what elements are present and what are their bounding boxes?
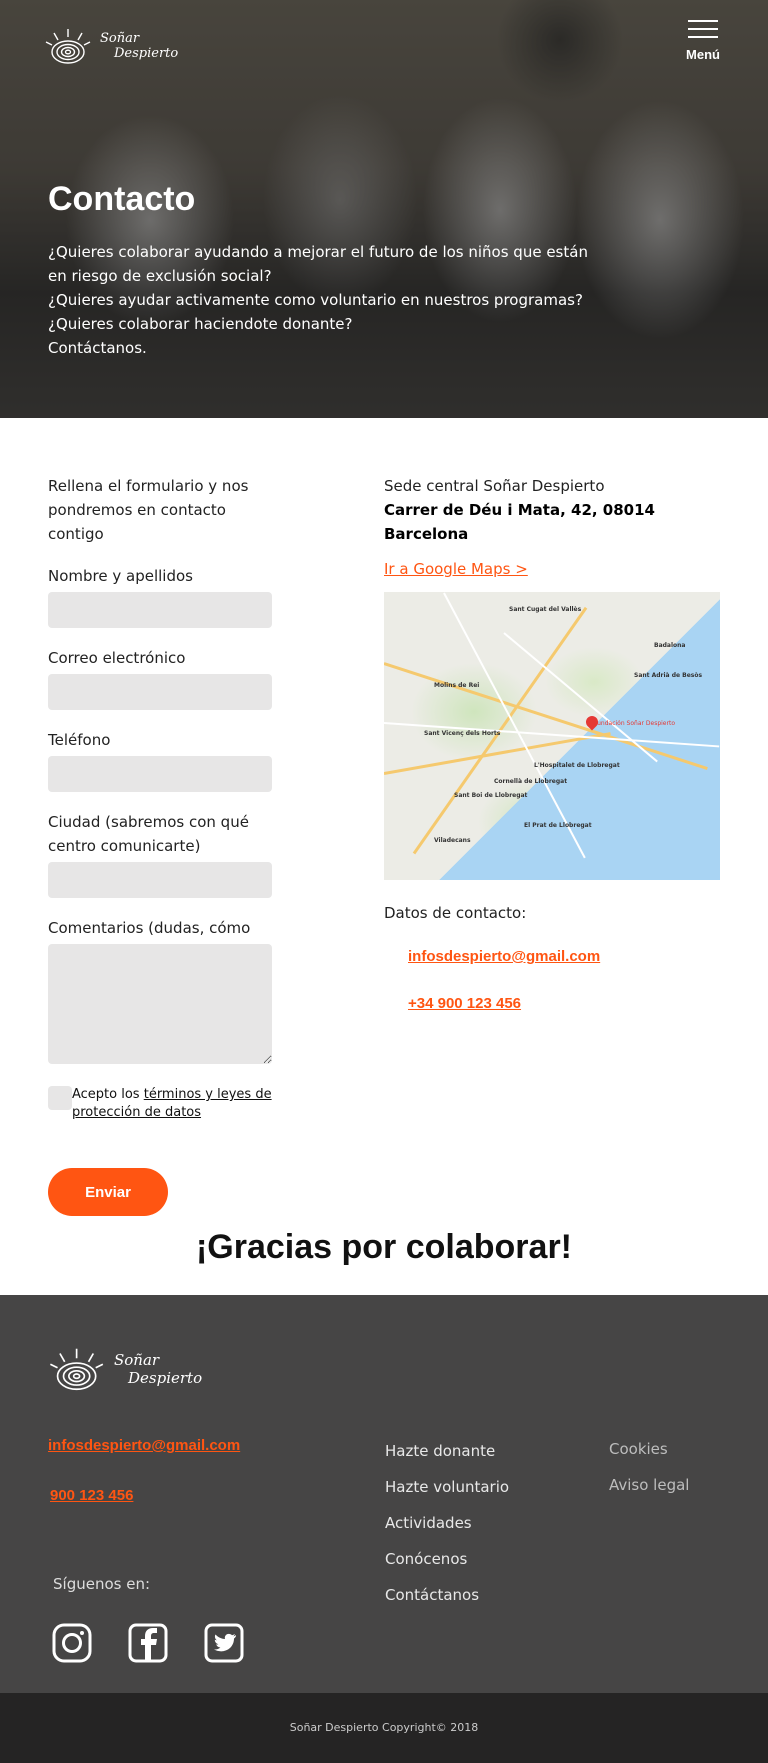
phone-label: Teléfono: [48, 731, 111, 749]
map-city-label: Sant Cugat del Vallès: [509, 606, 582, 613]
hero-line: ¿Quieres ayudar activamente como volunta…: [48, 291, 583, 309]
social-links: [52, 1623, 244, 1663]
page-title: Contacto: [48, 180, 196, 218]
map-city-label: L'Hospitalet de Llobregat: [534, 762, 620, 769]
footer-logo-text: Soñar Despierto: [114, 1351, 202, 1387]
sede-address: Carrer de Déu i Mata, 42, 08014 Barcelon…: [384, 501, 655, 543]
copyright: Soñar Despierto Copyright© 2018: [0, 1693, 768, 1763]
facebook-icon[interactable]: [128, 1623, 168, 1663]
follow-label: Síguenos en:: [53, 1575, 151, 1593]
map-city-label: Badalona: [654, 642, 686, 649]
logo-sun-icon: [50, 1348, 104, 1391]
footer-nav-contactanos[interactable]: Contáctanos: [385, 1585, 509, 1605]
logo-line-2: Despierto: [128, 1369, 203, 1387]
logo-text: Soñar Despierto: [100, 31, 178, 61]
footer-nav-actividades[interactable]: Actividades: [385, 1513, 509, 1533]
map-city-label: Molins de Rei: [434, 682, 480, 689]
map-city-label: Sant Boi de Llobregat: [454, 792, 528, 799]
map-city-label: El Prat de Llobregat: [524, 822, 592, 829]
thanks-heading: ¡Gracias por colaborar!: [195, 1228, 572, 1266]
consent-row: Acepto los términos y leyes de protecció…: [48, 1086, 272, 1122]
contact-heading: Datos de contacto:: [384, 904, 527, 922]
submit-button[interactable]: Enviar: [48, 1168, 168, 1216]
hero-banner: Soñar Despierto Menú Contacto ¿Quieres c…: [0, 0, 768, 418]
footer-email-link[interactable]: infosdespierto@gmail.com: [48, 1437, 240, 1454]
footer-logo[interactable]: Soñar Despierto: [48, 1345, 202, 1393]
footer-nav: Hazte donante Hazte voluntario Actividad…: [385, 1441, 509, 1621]
phone-input[interactable]: [48, 756, 272, 792]
map-city-label: Cornellà de Llobregat: [494, 778, 568, 785]
comments-label: Comentarios (dudas, cómo: [48, 919, 251, 937]
logo[interactable]: Soñar Despierto: [44, 22, 184, 70]
map-pin-label: Fundación Soñar Despierto: [594, 720, 675, 727]
hero-line: ¿Quieres colaborar ayudando a mejorar el…: [48, 243, 588, 285]
consent-checkbox[interactable]: [48, 1086, 72, 1110]
hero-description: ¿Quieres colaborar ayudando a mejorar el…: [48, 240, 608, 360]
logo-line-2: Despierto: [114, 46, 179, 61]
email-input[interactable]: [48, 674, 272, 710]
google-maps-link[interactable]: Ir a Google Maps >: [384, 560, 528, 578]
menu-button[interactable]: Menú: [686, 20, 720, 63]
contact-email-link[interactable]: infosdespierto@gmail.com: [408, 948, 720, 965]
sede-title: Sede central Soñar Despierto: [384, 477, 605, 495]
hero-line: ¿Quieres colaborar haciendote donante?: [48, 315, 353, 333]
footer-nav-conocenos[interactable]: Conócenos: [385, 1549, 509, 1569]
contact-section: Rellena el formulario y nos pondremos en…: [0, 418, 768, 1216]
footer-nav-donante[interactable]: Hazte donante: [385, 1441, 509, 1461]
consent-label: Acepto los términos y leyes de protecció…: [72, 1086, 272, 1122]
logo-line-1: Soñar: [100, 31, 140, 46]
footer-phone-link[interactable]: 900 123 456: [50, 1487, 133, 1504]
contact-form: Rellena el formulario y nos pondremos en…: [48, 456, 272, 1216]
name-label: Nombre y apellidos: [48, 567, 193, 585]
comments-textarea[interactable]: [48, 944, 272, 1064]
hamburger-icon: [688, 20, 719, 38]
name-input[interactable]: [48, 592, 272, 628]
footer-aviso-legal-link[interactable]: Aviso legal: [609, 1475, 689, 1495]
footer-legal: Cookies Aviso legal: [609, 1439, 689, 1511]
menu-label: Menú: [686, 47, 720, 62]
hero-line: Contáctanos.: [48, 339, 147, 357]
map-city-label: Viladecans: [434, 837, 471, 844]
email-label: Correo electrónico: [48, 649, 186, 667]
footer-cookies-link[interactable]: Cookies: [609, 1439, 689, 1459]
logo-line-1: Soñar: [114, 1351, 160, 1369]
instagram-icon[interactable]: [52, 1623, 92, 1663]
location-map[interactable]: Sant Cugat del Vallès Badalona Sant Adri…: [384, 592, 720, 880]
contact-phone-link[interactable]: +34 900 123 456: [408, 995, 720, 1012]
sede-info: Sede central Soñar Despierto Carrer de D…: [384, 456, 720, 1216]
form-intro: Rellena el formulario y nos pondremos en…: [48, 477, 249, 543]
city-input[interactable]: [48, 862, 272, 898]
twitter-icon[interactable]: [204, 1623, 244, 1663]
footer-nav-voluntario[interactable]: Hazte voluntario: [385, 1477, 509, 1497]
map-city-label: Sant Adrià de Besòs: [634, 672, 703, 679]
consent-prefix: Acepto los: [72, 1087, 144, 1102]
city-label: Ciudad (sabremos con qué centro comunica…: [48, 813, 249, 855]
logo-sun-icon: [45, 29, 91, 64]
map-city-label: Sant Vicenç dels Horts: [424, 730, 501, 737]
footer: Soñar Despierto infosdespierto@gmail.com…: [0, 1295, 768, 1693]
